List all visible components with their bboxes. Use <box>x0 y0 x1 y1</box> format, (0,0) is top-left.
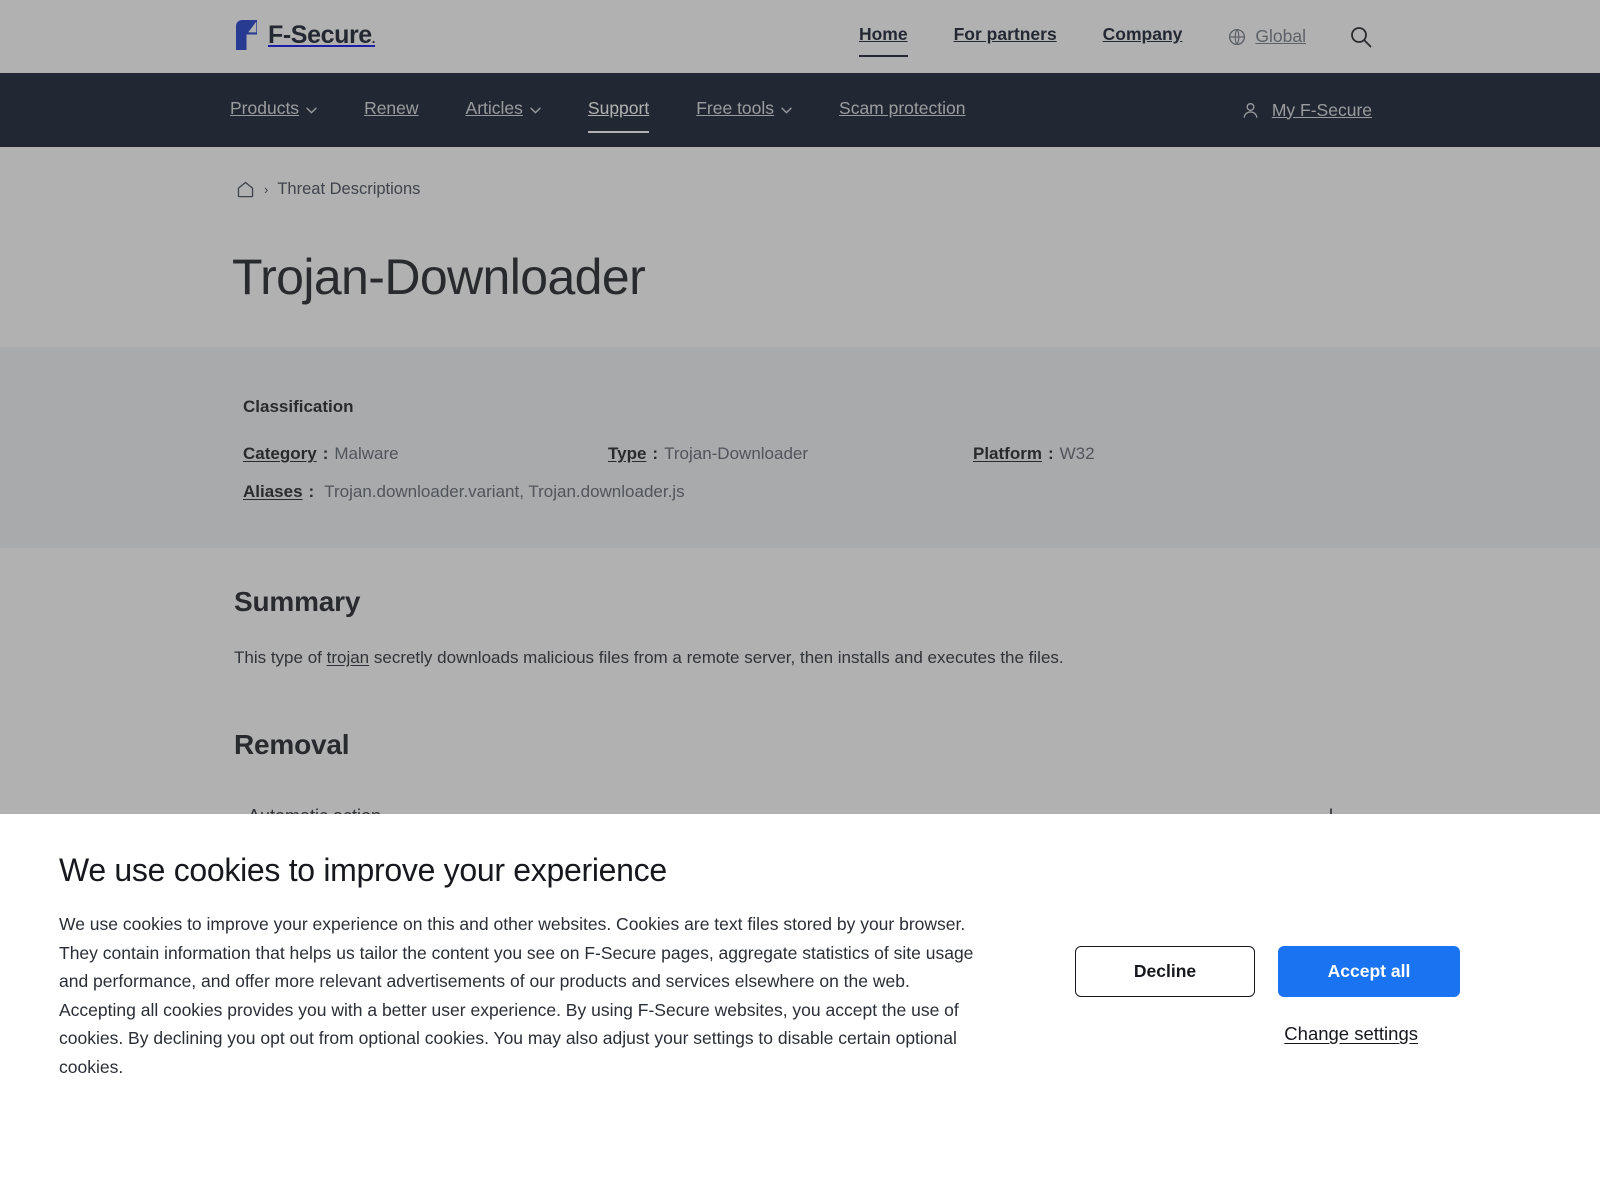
main-navigation: Products Renew Articles Support Free too… <box>0 73 1600 147</box>
field-separator: : <box>652 444 659 463</box>
nav-item-label: Renew <box>364 98 419 118</box>
home-icon[interactable] <box>236 180 255 199</box>
accept-all-cookies-button[interactable]: Accept all <box>1278 946 1460 997</box>
classification-field-type: Type: Trojan-Downloader <box>608 444 973 464</box>
region-selector[interactable]: Global <box>1228 26 1306 47</box>
nav-item-label: Support <box>587 98 650 118</box>
summary-heading: Summary <box>234 586 361 617</box>
summary-text: This type of trojan secretly downloads m… <box>234 645 1354 671</box>
utility-link-for-partners[interactable]: For partners <box>954 24 1057 49</box>
change-cookie-settings-wrapper: Change settings <box>1075 1023 1465 1045</box>
page-title: Trojan-Downloader <box>232 249 646 305</box>
field-label: Category <box>243 444 317 463</box>
nav-item-free-tools[interactable]: Free tools <box>696 98 792 122</box>
change-cookie-settings-link[interactable]: Change settings <box>1284 1023 1418 1044</box>
fsecure-logo[interactable]: F-Secure. <box>236 20 375 50</box>
field-label: Platform <box>973 444 1042 463</box>
nav-item-scam-protection[interactable]: Scam protection <box>839 98 965 122</box>
nav-item-articles[interactable]: Articles <box>466 98 541 122</box>
my-fsecure-account-link[interactable]: My F-Secure <box>1241 100 1372 121</box>
cookie-banner-title: We use cookies to improve your experienc… <box>59 852 667 888</box>
decline-cookies-button[interactable]: Decline <box>1075 946 1255 997</box>
field-value: Trojan.downloader.variant, Trojan.downlo… <box>324 482 685 501</box>
cookie-banner-body: We use cookies to improve your experienc… <box>59 914 974 1077</box>
nav-item-label: Scam protection <box>839 98 966 118</box>
page-content-body: Summary This type of trojan secretly dow… <box>0 548 1600 814</box>
plus-icon[interactable] <box>1320 806 1342 814</box>
field-label: Type <box>608 444 647 463</box>
summary-text-before: This type of <box>234 648 327 667</box>
chevron-down-icon <box>530 104 541 114</box>
field-value: W32 <box>1059 444 1095 463</box>
field-separator: : <box>322 444 329 463</box>
nav-item-support[interactable]: Support <box>587 98 650 133</box>
removal-accordion: Automatic action <box>234 789 1354 814</box>
classification-section: Classification Category: Malware Type: T… <box>0 347 1600 548</box>
utility-link-company[interactable]: Company <box>1103 24 1183 49</box>
nav-item-renew[interactable]: Renew <box>364 98 418 122</box>
accordion-item-label: Automatic action <box>248 806 381 814</box>
nav-item-label: Free tools <box>696 98 775 118</box>
nav-item-label: Products <box>230 98 300 118</box>
breadcrumb: › Threat Descriptions <box>236 180 420 199</box>
utility-link-home[interactable]: Home <box>858 24 908 57</box>
user-icon <box>1241 101 1260 120</box>
field-value: Trojan-Downloader <box>664 444 809 463</box>
fsecure-wordmark: F-Secure. <box>268 20 376 49</box>
field-value: Malware <box>334 444 399 463</box>
cookie-consent-banner: We use cookies to improve your experienc… <box>0 814 1600 1200</box>
fsecure-logo-mark <box>236 20 257 50</box>
utility-header: F-Secure. Home For partners Company Glob… <box>0 0 1600 73</box>
page-hero: › Threat Descriptions Trojan-Downloader <box>0 147 1600 347</box>
classification-field-platform: Platform: W32 <box>973 444 1338 464</box>
nav-item-label: Articles <box>465 98 523 118</box>
removal-heading: Removal <box>234 729 350 761</box>
cookie-banner-actions: Decline Accept all Change settings <box>1075 946 1465 1045</box>
globe-icon <box>1228 28 1246 46</box>
utility-nav: Home For partners Company Global <box>858 0 1372 73</box>
chevron-down-icon <box>306 104 317 114</box>
field-separator: : <box>1047 444 1054 463</box>
page-content: F-Secure. Home For partners Company Glob… <box>0 0 1600 814</box>
classification-grid: Category: Malware Type: Trojan-Downloade… <box>243 444 1363 502</box>
nav-item-products[interactable]: Products <box>230 98 317 122</box>
my-fsecure-label: My F-Secure <box>1271 99 1372 120</box>
classification-field-aliases: Aliases: Trojan.downloader.variant, Troj… <box>243 482 1338 502</box>
field-label: Aliases <box>243 482 303 501</box>
search-icon[interactable] <box>1350 26 1372 48</box>
breadcrumb-item-threat-descriptions[interactable]: Threat Descriptions <box>277 180 420 199</box>
chevron-down-icon <box>781 104 792 114</box>
breadcrumb-separator: › <box>264 182 269 197</box>
summary-text-after: secretly downloads malicious files from … <box>369 648 1064 667</box>
trojan-glossary-link[interactable]: trojan <box>327 648 370 667</box>
classification-heading: Classification <box>243 397 354 416</box>
classification-field-category: Category: Malware <box>243 444 608 464</box>
region-label: Global <box>1255 26 1306 46</box>
field-separator: : <box>308 482 315 501</box>
accordion-item-automatic-action[interactable]: Automatic action <box>234 789 1354 814</box>
